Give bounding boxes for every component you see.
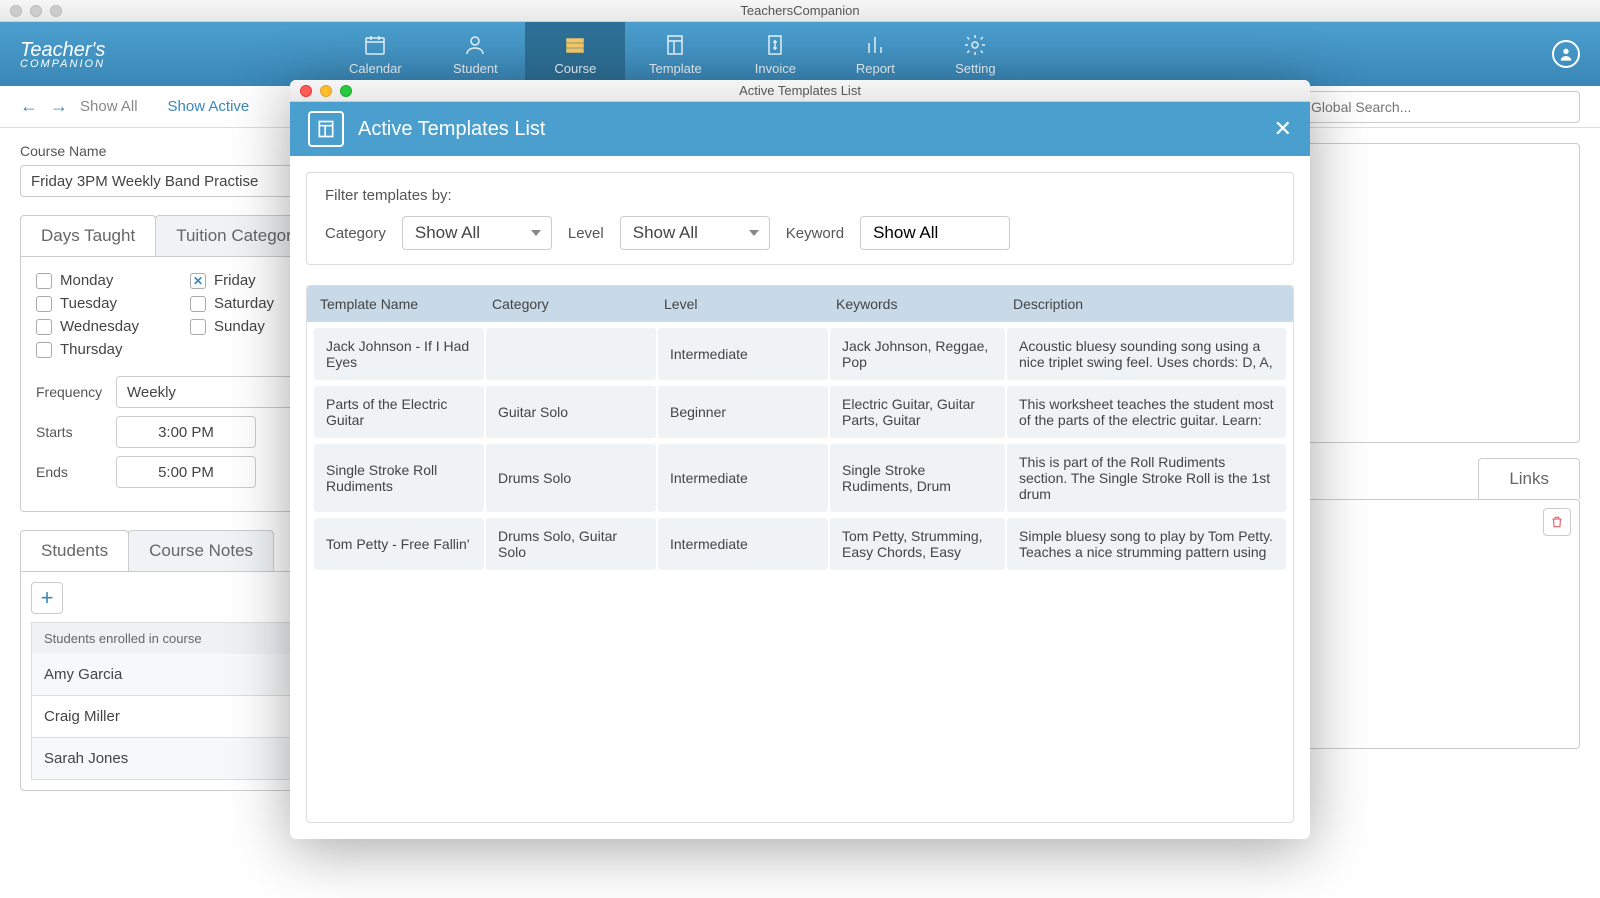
filter-title: Filter templates by:	[325, 187, 1275, 204]
modal-overlay: Active Templates List Active Templates L…	[0, 0, 1600, 898]
level-dropdown[interactable]: Show All	[620, 216, 770, 250]
col-description: Description	[1001, 286, 1292, 322]
category-label: Category	[325, 225, 386, 242]
col-category: Category	[480, 286, 650, 322]
templates-table: Template Name Category Level Keywords De…	[306, 285, 1294, 823]
table-header: Template Name Category Level Keywords De…	[307, 286, 1293, 322]
table-row[interactable]: Parts of the Electric Guitar Guitar Solo…	[313, 386, 1287, 438]
active-templates-modal: Active Templates List Active Templates L…	[290, 80, 1310, 839]
filter-card: Filter templates by: Category Show All L…	[306, 172, 1294, 265]
close-icon[interactable]: ✕	[1274, 116, 1292, 142]
table-empty-area	[313, 576, 1287, 816]
template-icon	[308, 111, 344, 147]
level-label: Level	[568, 225, 604, 242]
table-row[interactable]: Jack Johnson - If I Had Eyes Intermediat…	[313, 328, 1287, 380]
modal-mac-title: Active Templates List	[290, 83, 1310, 98]
col-level: Level	[652, 286, 822, 322]
keyword-label: Keyword	[786, 225, 844, 242]
category-dropdown[interactable]: Show All	[402, 216, 552, 250]
modal-header: Active Templates List ✕	[290, 102, 1310, 156]
table-row[interactable]: Tom Petty - Free Fallin' Drums Solo, Gui…	[313, 518, 1287, 570]
keyword-input[interactable]	[860, 216, 1010, 250]
col-template-name: Template Name	[308, 286, 478, 322]
modal-title: Active Templates List	[358, 118, 546, 141]
col-keywords: Keywords	[824, 286, 999, 322]
table-row[interactable]: Single Stroke Roll Rudiments Drums Solo …	[313, 444, 1287, 512]
